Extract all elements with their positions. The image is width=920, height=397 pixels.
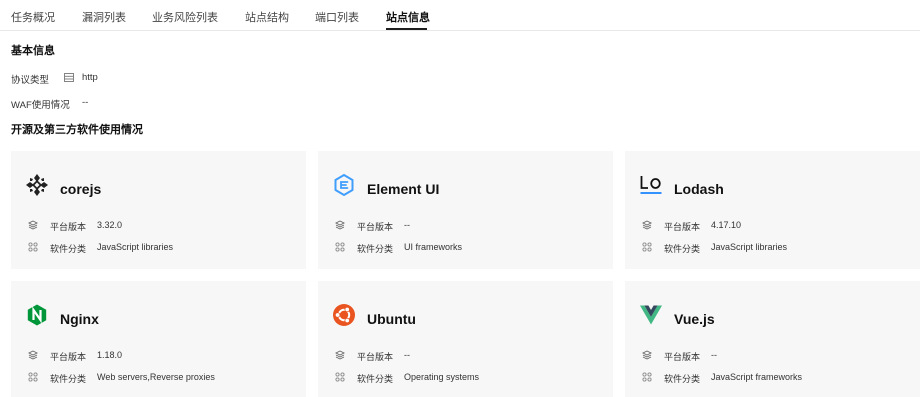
- software-name: Vue.js: [674, 311, 715, 327]
- nginx-logo-icon: [27, 304, 47, 326]
- platform-version-label: 平台版本: [664, 222, 701, 232]
- tab-vulnerability-list[interactable]: 漏洞列表: [82, 9, 126, 25]
- software-category-label: 软件分类: [664, 244, 701, 254]
- tab-port-list[interactable]: 端口列表: [315, 9, 359, 25]
- layers-icon: [335, 350, 345, 360]
- basic-info-title: 基本信息: [11, 45, 55, 57]
- platform-version-value: --: [404, 220, 410, 230]
- tab-task-overview[interactable]: 任务概况: [11, 9, 55, 25]
- software-card-ubuntu: Ubuntu 平台版本 -- 软件分类 Operating systems: [318, 281, 613, 397]
- platform-version-value: --: [404, 350, 410, 360]
- software-category-value: JavaScript libraries: [711, 242, 788, 252]
- platform-version-value: 4.17.10: [711, 220, 742, 230]
- lodash-logo-icon: [640, 176, 662, 194]
- software-category-label: 软件分类: [357, 244, 394, 254]
- software-card-lodash: Lodash 平台版本 4.17.10 软件分类 JavaScript libr…: [625, 151, 920, 269]
- software-name: Lodash: [674, 181, 724, 197]
- category-grid-icon: [28, 372, 38, 382]
- software-card-nginx: Nginx 平台版本 1.18.0 软件分类 Web servers,Rever…: [11, 281, 306, 397]
- tab-business-risk-list[interactable]: 业务风险列表: [152, 9, 218, 25]
- category-grid-icon: [642, 242, 652, 252]
- active-tab-indicator: [386, 28, 427, 30]
- layers-icon: [642, 350, 652, 360]
- software-category-label: 软件分类: [357, 374, 394, 384]
- software-category-value: Operating systems: [404, 372, 480, 382]
- software-card-corejs: corejs 平台版本 3.32.0 软件分类 JavaScript libra…: [11, 151, 306, 269]
- tab-bar: 任务概况 漏洞列表 业务风险列表 站点结构 端口列表 站点信息: [0, 0, 920, 31]
- software-name: Nginx: [60, 311, 99, 327]
- layers-icon: [642, 220, 652, 230]
- software-name: Ubuntu: [367, 311, 416, 327]
- protocol-type-label: 协议类型: [11, 75, 50, 86]
- platform-version-label: 平台版本: [664, 352, 701, 362]
- server-icon: [64, 73, 74, 82]
- element-ui-logo-icon: [334, 174, 354, 196]
- software-name: Element UI: [367, 181, 440, 197]
- vuejs-logo-icon: [640, 305, 662, 325]
- platform-version-value: --: [711, 350, 717, 360]
- corejs-logo-icon: [26, 174, 48, 196]
- platform-version-label: 平台版本: [50, 352, 87, 362]
- waf-usage-label: WAF使用情况: [11, 100, 70, 111]
- platform-version-value: 3.32.0: [97, 220, 123, 230]
- layers-icon: [28, 220, 38, 230]
- protocol-type-value: http: [82, 72, 98, 83]
- category-grid-icon: [28, 242, 38, 252]
- tab-site-info[interactable]: 站点信息: [386, 9, 430, 25]
- waf-usage-value: --: [82, 97, 89, 108]
- software-category-label: 软件分类: [50, 244, 87, 254]
- software-category-label: 软件分类: [50, 374, 87, 384]
- software-category-label: 软件分类: [664, 374, 701, 384]
- platform-version-value: 1.18.0: [97, 350, 123, 360]
- software-card-element-ui: Element UI 平台版本 -- 软件分类 UI frameworks: [318, 151, 613, 269]
- tab-site-structure[interactable]: 站点结构: [245, 9, 289, 25]
- category-grid-icon: [335, 372, 345, 382]
- software-name: corejs: [60, 181, 102, 197]
- software-usage-title: 开源及第三方软件使用情况: [11, 124, 143, 136]
- software-category-value: UI frameworks: [404, 242, 463, 252]
- software-category-value: JavaScript frameworks: [711, 372, 803, 382]
- layers-icon: [28, 350, 38, 360]
- category-grid-icon: [335, 242, 345, 252]
- software-category-value: JavaScript libraries: [97, 242, 174, 252]
- software-category-value: Web servers,Reverse proxies: [97, 372, 215, 382]
- layers-icon: [335, 220, 345, 230]
- ubuntu-logo-icon: [333, 304, 355, 326]
- category-grid-icon: [642, 372, 652, 382]
- platform-version-label: 平台版本: [357, 352, 394, 362]
- platform-version-label: 平台版本: [357, 222, 394, 232]
- software-card-vuejs: Vue.js 平台版本 -- 软件分类 JavaScript framework…: [625, 281, 920, 397]
- platform-version-label: 平台版本: [50, 222, 87, 232]
